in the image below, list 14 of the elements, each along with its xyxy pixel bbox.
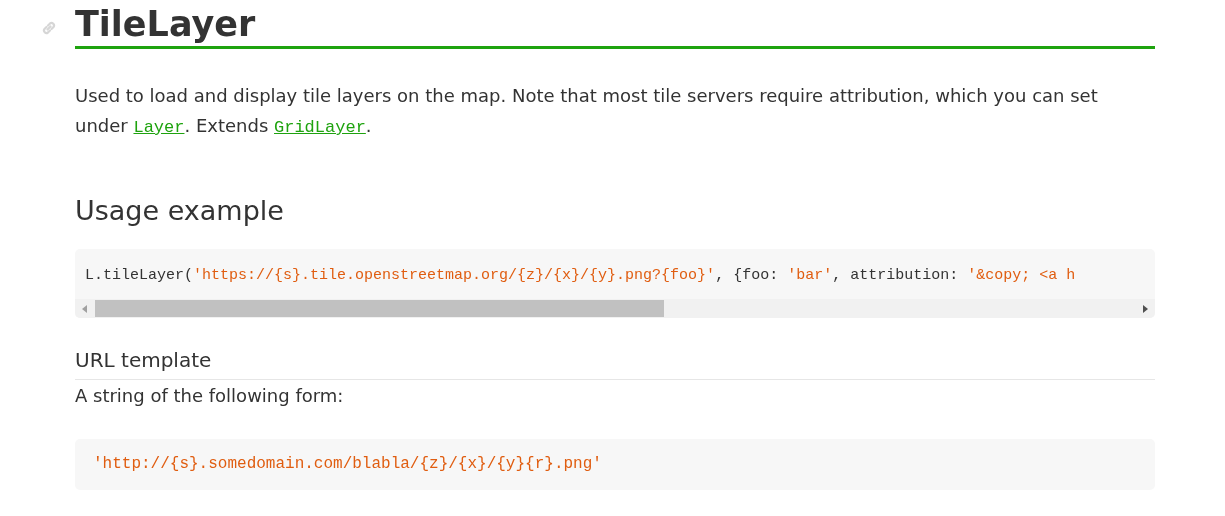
scroll-right-icon[interactable] (1142, 304, 1148, 313)
description-text: A string of the following form: (75, 384, 345, 408)
page-title: TileLayer (75, 3, 257, 46)
link-icon[interactable] (41, 20, 57, 36)
intro-paragraph: Used to load and display tile layers on the map. Note that most tile servers require attribution, which you can set under Layer. Extends GridLayer. (75, 84, 1099, 139)
code-line: L.tileLayer('https://{s}.tile.openstreetmap.org/{z}/{x}/{y}.png?{foo}', {foo: 'bar', attribution: '&copy; <a h (84, 266, 1077, 286)
section-heading: Usage example (75, 194, 285, 228)
subsection-heading: URL template (75, 346, 1155, 380)
doc-link[interactable]: GridLayer (274, 118, 366, 137)
code-line: 'http://{s}.somedomain.com/blabla/{z}/{x}/{y}{r}.png' (92, 454, 603, 475)
doc-link[interactable]: Layer (133, 118, 185, 137)
horizontal-scrollbar[interactable] (75, 299, 1155, 318)
scroll-left-icon[interactable] (82, 304, 88, 313)
scrollbar-thumb[interactable] (95, 300, 664, 317)
